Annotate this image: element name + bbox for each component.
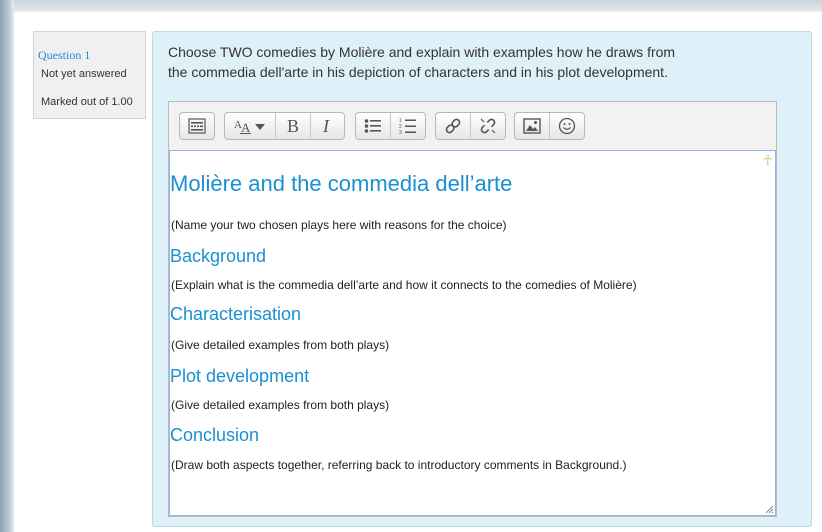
unlink-icon [480,118,496,134]
anchor-icon: ☥ [762,152,773,168]
font-style-icon: A A [234,119,265,135]
editor-toolbar: A A B I 1 2 3 [169,102,776,150]
question-state: Not yet answered [41,68,127,80]
resize-grip-icon[interactable] [764,504,774,514]
question-info-panel: Question 1 Not yet answered Marked out o… [33,31,146,119]
unlink-button[interactable] [471,113,505,139]
italic-button[interactable]: I [311,113,344,139]
image-button[interactable] [515,113,550,139]
link-icon [445,118,461,134]
toolbar-group-collapse [179,112,215,140]
conclusion-heading: Conclusion [170,425,260,445]
answer-heading: Molière and the commedia dell’arte [170,171,513,196]
plot-text: (Give detailed examples from both plays) [171,398,390,412]
toolbar-group-lists: 1 2 3 [355,112,426,140]
toolbar-group-style: A A B I [224,112,345,140]
svg-text:I: I [322,117,330,135]
font-style-button[interactable]: A A [225,113,276,139]
svg-text:A: A [241,120,251,135]
answer-editor: A A B I 1 2 3 ☥ Molière and the commedia… [168,101,777,517]
toolbar-group-media [514,112,585,140]
plot-heading: Plot development [170,366,310,386]
question-text-line-2: the commedia dell'arte in his depiction … [168,64,668,80]
ordered-list-icon: 1 2 3 [399,118,416,135]
background-text: (Explain what is the commedia dell’arte … [171,278,637,292]
ordered-list-button[interactable]: 1 2 3 [391,113,425,139]
collapse-icon [188,118,206,134]
svg-text:3: 3 [399,130,402,135]
bold-button[interactable]: B [276,113,311,139]
unordered-list-icon [364,119,381,133]
italic-icon: I [322,117,330,135]
intro-text: (Name your two chosen plays here with re… [171,218,507,232]
characterisation-heading: Characterisation [170,304,302,324]
characterisation-text: (Give detailed examples from both plays) [171,338,390,352]
svg-text:B: B [287,117,299,135]
question-number: Question 1 [38,48,91,62]
emoticon-button[interactable] [550,113,584,139]
conclusion-text: (Draw both aspects together, referring b… [171,458,627,472]
question-text-line-1: Choose TWO comedies by Molière and expla… [168,44,676,60]
image-icon [523,118,541,134]
link-button[interactable] [436,113,471,139]
question-grade: Marked out of 1.00 [41,96,133,108]
window-edge [0,0,14,532]
question-text: Choose TWO comedies by Molière and expla… [168,42,768,82]
bold-icon: B [287,117,299,135]
collapse-toolbar-button[interactable] [180,113,214,139]
question-content-panel: Choose TWO comedies by Molière and expla… [152,31,812,527]
unordered-list-button[interactable] [356,113,391,139]
background-heading: Background [170,246,267,266]
toolbar-group-links [435,112,506,140]
emoticon-icon [558,117,576,135]
editor-content-area[interactable]: ☥ Molière and the commedia dell’arte (Na… [169,150,776,516]
